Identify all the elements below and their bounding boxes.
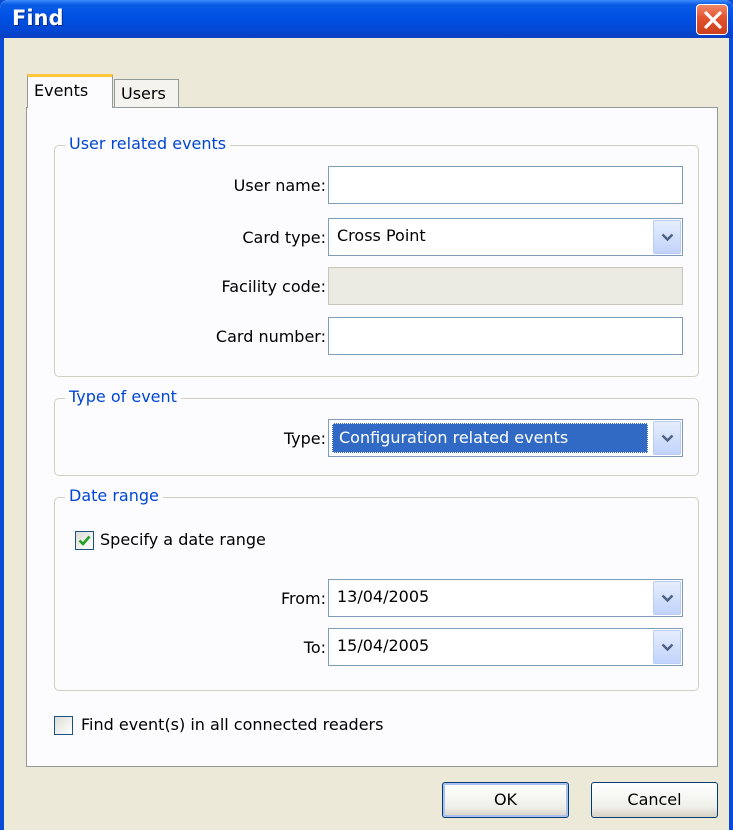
event-type-label: Type:: [283, 429, 326, 448]
date-range-legend: Date range: [65, 486, 163, 505]
user-related-events-group: User related events User name: Card type…: [54, 134, 699, 377]
user-name-label: User name:: [233, 176, 326, 195]
chevron-down-icon: [661, 434, 674, 443]
close-icon: [704, 11, 722, 29]
all-readers-checkbox[interactable]: [54, 716, 73, 735]
checkmark-icon: [78, 535, 91, 546]
tab-users[interactable]: Users: [114, 79, 179, 109]
window-title: Find: [12, 6, 64, 30]
ok-button-label: OK: [493, 790, 518, 809]
from-date-value: 13/04/2005: [337, 587, 430, 606]
event-type-select[interactable]: Configuration related events: [328, 419, 683, 457]
title-bar[interactable]: Find: [0, 0, 733, 38]
cancel-button-label: Cancel: [627, 790, 682, 809]
to-date-picker[interactable]: 15/04/2005: [328, 628, 683, 666]
card-type-value: Cross Point: [337, 226, 426, 245]
card-type-dropdown-button[interactable]: [653, 220, 681, 254]
window-border-left: [0, 38, 4, 830]
specify-date-range-checkbox[interactable]: [75, 531, 94, 550]
card-number-label: Card number:: [215, 327, 326, 346]
user-related-events-legend: User related events: [65, 134, 231, 153]
card-type-label: Card type:: [242, 228, 326, 247]
from-date-dropdown-button[interactable]: [653, 581, 681, 615]
from-date-picker[interactable]: 13/04/2005: [328, 579, 683, 617]
card-type-select[interactable]: Cross Point: [328, 218, 683, 256]
tab-users-label: Users: [121, 84, 166, 103]
from-label: From:: [280, 589, 326, 608]
to-date-dropdown-button[interactable]: [653, 630, 681, 664]
all-readers-label[interactable]: Find event(s) in all connected readers: [81, 715, 383, 734]
facility-code-field: [328, 267, 683, 305]
type-of-event-group: Type of event Type: Configuration relate…: [54, 387, 699, 476]
to-label: To:: [303, 638, 326, 657]
date-range-group: Date range Specify a date range From: 13…: [54, 486, 699, 691]
specify-date-range-label[interactable]: Specify a date range: [100, 530, 266, 549]
user-name-field[interactable]: [328, 166, 683, 204]
facility-code-label: Facility code:: [221, 277, 326, 296]
type-of-event-legend: Type of event: [65, 387, 181, 406]
card-number-field[interactable]: [328, 317, 683, 355]
chevron-down-icon: [661, 643, 674, 652]
to-date-value: 15/04/2005: [337, 636, 430, 655]
events-tab-page: User related events User name: Card type…: [26, 107, 718, 767]
chevron-down-icon: [661, 233, 674, 242]
find-dialog: Find Events Users User related events Us…: [0, 0, 733, 830]
ok-button[interactable]: OK: [442, 782, 569, 818]
event-type-value: Configuration related events: [332, 423, 648, 453]
close-button[interactable]: [696, 4, 728, 35]
event-type-dropdown-button[interactable]: [653, 421, 681, 455]
chevron-down-icon: [661, 594, 674, 603]
tab-events[interactable]: Events: [27, 74, 113, 108]
tab-events-label: Events: [34, 81, 89, 100]
cancel-button[interactable]: Cancel: [591, 782, 718, 818]
window-border-right: [729, 38, 733, 830]
